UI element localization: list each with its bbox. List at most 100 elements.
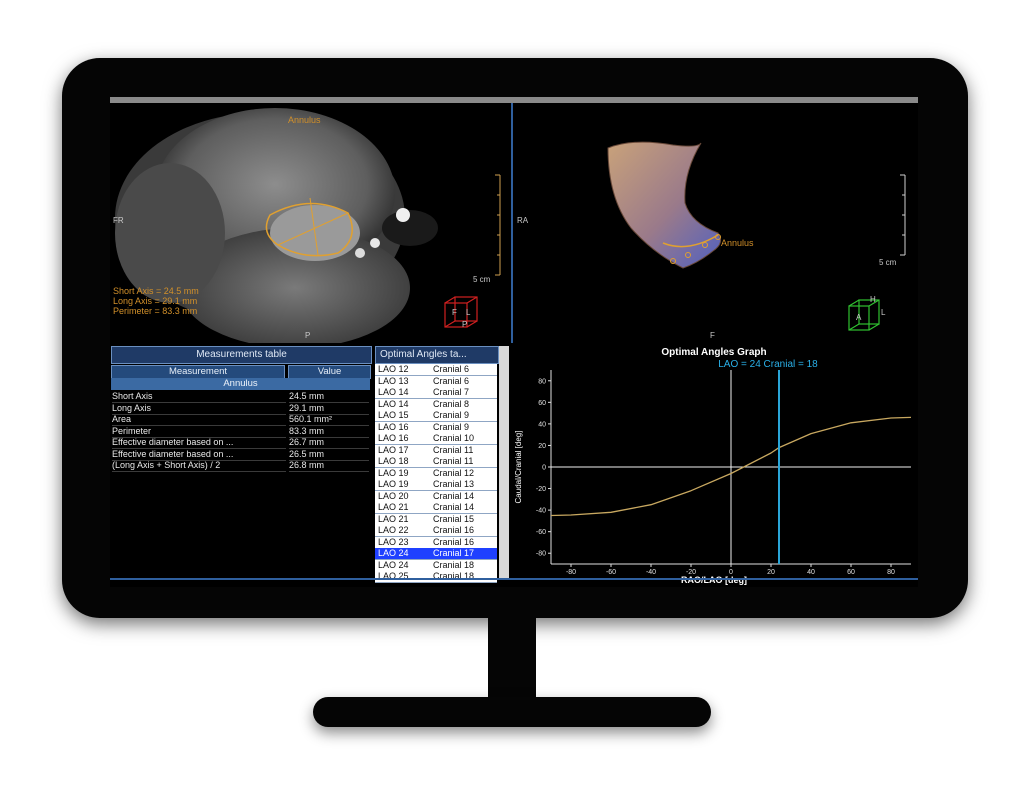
measurement-value: 26.7 mm bbox=[289, 437, 369, 449]
angle-cranial: Cranial 16 bbox=[433, 525, 475, 535]
optimal-angles-table[interactable]: Optimal Angles ta... LAO 12 Cranial 6 LAO … bbox=[375, 346, 509, 583]
angle-lao: LAO 15 bbox=[378, 410, 409, 420]
angle-lao: LAO 21 bbox=[378, 502, 409, 512]
optimal-angles-table-title: Optimal Angles ta... bbox=[375, 346, 499, 364]
angle-lao: LAO 17 bbox=[378, 444, 409, 455]
angle-cranial: Cranial 7 bbox=[433, 387, 470, 397]
angle-cranial: Cranial 9 bbox=[433, 421, 470, 432]
angle-row[interactable]: LAO 14 Cranial 7 bbox=[375, 387, 497, 399]
angle-lao: LAO 20 bbox=[378, 490, 409, 501]
axial-cube-label-p: P bbox=[462, 320, 468, 329]
angle-row[interactable]: LAO 19 Cranial 13 bbox=[375, 479, 497, 491]
angle-row-selected[interactable]: LAO 24 Cranial 17 bbox=[375, 548, 497, 560]
angle-row[interactable]: LAO 21 Cranial 15 bbox=[375, 513, 497, 526]
volume-orientation-cube bbox=[848, 299, 880, 331]
y-tick-label: -80 bbox=[536, 551, 546, 558]
angle-cranial: Cranial 8 bbox=[433, 398, 470, 409]
y-tick-label: -60 bbox=[536, 529, 546, 536]
measurement-row[interactable]: Perimeter 83.3 mm bbox=[111, 426, 370, 438]
x-tick-label: 40 bbox=[807, 569, 815, 576]
angle-cranial: Cranial 16 bbox=[433, 536, 475, 547]
monitor-stand-base bbox=[313, 697, 711, 727]
angle-row[interactable]: LAO 12 Cranial 6 bbox=[375, 364, 497, 376]
measurement-row[interactable]: Short Axis 24.5 mm bbox=[111, 391, 370, 403]
angle-row[interactable]: LAO 23 Cranial 16 bbox=[375, 536, 497, 549]
x-axis-label: RAO/LAO [deg] bbox=[681, 575, 747, 585]
monitor-stand-neck bbox=[488, 612, 536, 704]
measurement-value: 26.5 mm bbox=[289, 449, 369, 461]
volume-bottom-label: F bbox=[710, 331, 715, 340]
x-tick-label: -60 bbox=[606, 569, 616, 576]
volume-left-label: RA bbox=[517, 216, 529, 225]
angle-cranial: Cranial 10 bbox=[433, 433, 475, 443]
angle-lao: LAO 23 bbox=[378, 536, 409, 547]
angle-lao: LAO 12 bbox=[378, 364, 409, 374]
measurement-row[interactable]: Effective diameter based on ... 26.5 mm bbox=[111, 449, 370, 461]
measurement-row[interactable]: Area 560.1 mm² bbox=[111, 414, 370, 426]
perimeter-readout: Perimeter = 83.3 mm bbox=[113, 306, 198, 316]
volume-render-viewport[interactable]: RA F Annulus 5 cm H A L bbox=[511, 103, 918, 343]
measurement-value: 26.8 mm bbox=[289, 460, 369, 472]
angle-cranial: Cranial 18 bbox=[433, 571, 475, 581]
angle-lao: LAO 19 bbox=[378, 479, 409, 489]
angle-row[interactable]: LAO 24 Cranial 18 bbox=[375, 559, 497, 572]
angle-lao: LAO 21 bbox=[378, 513, 409, 524]
angle-row[interactable]: LAO 13 Cranial 6 bbox=[375, 375, 497, 388]
y-tick-label: 60 bbox=[538, 400, 546, 407]
angle-row[interactable]: LAO 15 Cranial 9 bbox=[375, 410, 497, 422]
angle-lao: LAO 13 bbox=[378, 375, 409, 386]
angle-cranial: Cranial 11 bbox=[433, 444, 474, 455]
measurement-row[interactable]: (Long Axis + Short Axis) / 2 26.8 mm bbox=[111, 460, 370, 472]
axial-scale-ruler bbox=[495, 174, 501, 276]
y-tick-label: -20 bbox=[536, 486, 546, 493]
angle-row[interactable]: LAO 16 Cranial 9 bbox=[375, 421, 497, 434]
angle-lao: LAO 14 bbox=[378, 387, 409, 397]
measurement-value: 83.3 mm bbox=[289, 426, 369, 438]
angle-lao: LAO 24 bbox=[378, 559, 409, 570]
angle-row[interactable]: LAO 19 Cranial 12 bbox=[375, 467, 497, 480]
axial-cube-label-f: F bbox=[452, 308, 457, 317]
column-header-value[interactable]: Value bbox=[288, 365, 371, 379]
axial-cube-label-l: L bbox=[466, 308, 471, 317]
measurement-row[interactable]: Effective diameter based on ... 26.7 mm bbox=[111, 437, 370, 449]
angle-row[interactable]: LAO 14 Cranial 8 bbox=[375, 398, 497, 411]
measurements-table[interactable]: Measurements table Measurement Value Ann… bbox=[110, 346, 372, 578]
axial-ct-viewport[interactable]: Annulus FR P 5 cm F L P Short Axis = 24.… bbox=[110, 103, 509, 343]
x-tick-label: 80 bbox=[887, 569, 895, 576]
volume-scale-ruler bbox=[900, 174, 906, 256]
angle-cranial: Cranial 11 bbox=[433, 456, 474, 466]
angles-scrollbar[interactable] bbox=[499, 346, 509, 580]
angle-cranial: Cranial 14 bbox=[433, 502, 475, 512]
angle-cranial: Cranial 14 bbox=[433, 490, 475, 501]
angle-row[interactable]: LAO 21 Cranial 14 bbox=[375, 502, 497, 514]
angle-lao: LAO 16 bbox=[378, 421, 409, 432]
x-tick-label: -80 bbox=[566, 569, 576, 576]
angle-row[interactable]: LAO 25 Cranial 18 bbox=[375, 571, 497, 583]
measurement-name: Area bbox=[112, 414, 286, 426]
y-tick-label: 80 bbox=[538, 378, 546, 385]
annulus-group-row[interactable]: Annulus bbox=[111, 378, 370, 390]
angle-lao: LAO 24 bbox=[378, 548, 409, 558]
panel-bottom-border bbox=[110, 578, 918, 580]
long-axis-readout: Long Axis = 29.1 mm bbox=[113, 296, 198, 306]
angle-cranial: Cranial 15 bbox=[433, 513, 475, 524]
volume-annulus-label: Annulus bbox=[721, 238, 754, 248]
measurement-name: Short Axis bbox=[112, 391, 286, 403]
angle-row[interactable]: LAO 22 Cranial 16 bbox=[375, 525, 497, 537]
angle-row[interactable]: LAO 16 Cranial 10 bbox=[375, 433, 497, 445]
angle-lao: LAO 19 bbox=[378, 467, 409, 478]
angle-lao: LAO 22 bbox=[378, 525, 409, 535]
angle-row[interactable]: LAO 18 Cranial 11 bbox=[375, 456, 497, 468]
measurement-row[interactable]: Long Axis 29.1 mm bbox=[111, 403, 370, 415]
angle-cranial: Cranial 13 bbox=[433, 479, 475, 489]
chart-annotation: LAO = 24 Cranial = 18 bbox=[718, 359, 818, 370]
angle-cranial: Cranial 6 bbox=[433, 364, 470, 374]
angle-cranial: Cranial 6 bbox=[433, 375, 470, 386]
measurement-value: 560.1 mm² bbox=[289, 414, 369, 426]
measurement-value: 29.1 mm bbox=[289, 403, 369, 415]
x-tick-label: -40 bbox=[646, 569, 656, 576]
angle-row[interactable]: LAO 17 Cranial 11 bbox=[375, 444, 497, 457]
optimal-angles-graph[interactable]: Optimal Angles Graph LAO = 24 Cranial = 1… bbox=[511, 346, 918, 587]
angle-row[interactable]: LAO 20 Cranial 14 bbox=[375, 490, 497, 503]
column-header-measurement[interactable]: Measurement bbox=[111, 365, 285, 379]
